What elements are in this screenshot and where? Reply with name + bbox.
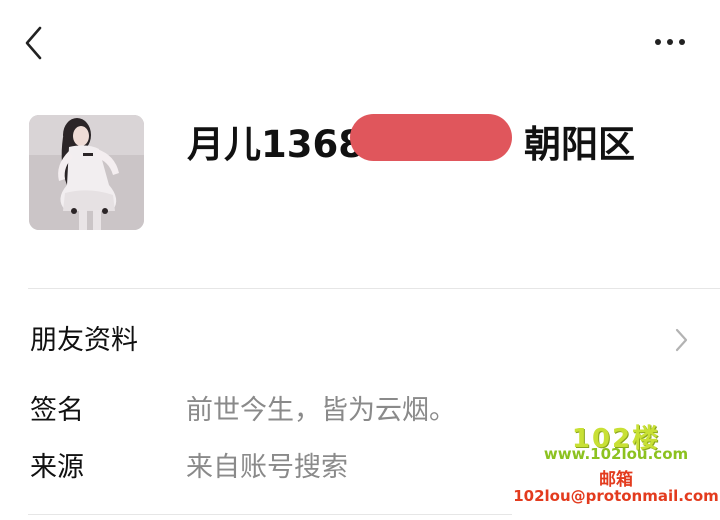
avatar[interactable] [29,115,144,230]
name-redaction [350,114,512,161]
signature-value: 前世今生，皆为云烟。 [186,395,456,426]
source-label: 来源 [30,452,84,483]
watermark-site: www.102lou.com [543,445,689,463]
divider [28,288,720,289]
chevron-right-icon [671,325,691,355]
back-button[interactable] [18,22,52,64]
signature-label: 签名 [30,395,84,426]
profile-name-suffix: 朝阳区 [523,123,635,166]
bottom-divider [28,514,512,515]
watermark: 102楼 www.102lou.com 邮箱 102lou@protonmail… [512,416,720,520]
chevron-left-icon [25,26,42,60]
source-value: 来自账号搜索 [186,452,348,483]
more-button[interactable] [646,28,694,56]
more-horizontal-icon [655,39,685,45]
friend-info-label: 朋友资料 [30,325,138,356]
profile-photo [29,115,144,230]
watermark-email: 102lou@protonmail.com [513,487,719,505]
profile-name-prefix: 月儿1368 [187,123,364,166]
